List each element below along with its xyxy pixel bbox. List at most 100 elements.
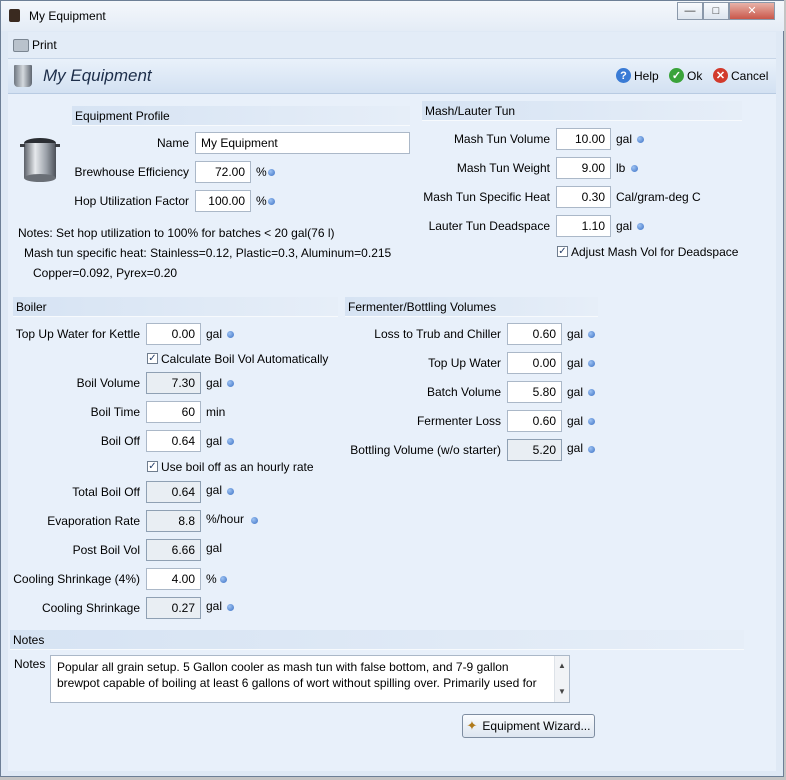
post-boil-vol-unit: gal — [206, 541, 223, 555]
scroll-up-icon[interactable]: ▲ — [555, 658, 569, 674]
info-dot-icon[interactable] — [637, 136, 644, 143]
calc-boil-vol-checkbox[interactable]: ✓ — [147, 353, 158, 364]
boil-off-label: Boil Off — [100, 434, 140, 448]
efficiency-label: Brewhouse Efficiency — [74, 165, 189, 179]
cooling-shrinkage-pct-input[interactable]: 4.00 — [146, 568, 201, 590]
efficiency-input[interactable]: 72.00 — [195, 161, 251, 183]
hourly-rate-label: Use boil off as an hourly rate — [161, 460, 314, 474]
fermenter-loss-input[interactable]: 0.60 — [507, 410, 562, 432]
boil-time-unit: min — [206, 405, 226, 419]
total-boil-off-label: Total Boil Off — [72, 485, 140, 499]
note-line-3: Copper=0.092, Pyrex=0.20 — [33, 266, 178, 280]
cancel-button[interactable]: ✕ Cancel — [713, 68, 768, 83]
title-bar: My Equipment — □ ✕ — [1, 1, 785, 31]
loss-trub-chiller-input[interactable]: 0.60 — [507, 323, 562, 345]
section-mash-lauter-tun: Mash/Lauter Tun — [422, 101, 742, 121]
info-dot-icon[interactable] — [227, 331, 234, 338]
info-dot-icon[interactable] — [588, 360, 595, 367]
top-up-water-kettle-label: Top Up Water for Kettle — [15, 327, 140, 341]
batch-volume-label: Batch Volume — [426, 385, 501, 399]
mash-tun-specific-heat-input[interactable]: 0.30 — [556, 186, 611, 208]
lauter-tun-deadspace-unit: gal — [616, 219, 633, 233]
info-dot-icon[interactable] — [637, 223, 644, 230]
top-up-water-kettle-input[interactable]: 0.00 — [146, 323, 201, 345]
batch-volume-unit: gal — [567, 385, 584, 399]
minimize-button[interactable]: — — [677, 2, 703, 20]
equipment-pail-icon — [14, 65, 32, 87]
total-boil-off-field: 0.64 — [146, 481, 201, 503]
post-boil-vol-label: Post Boil Vol — [72, 543, 140, 557]
info-dot-icon[interactable] — [268, 198, 275, 205]
cooling-shrinkage-field: 0.27 — [146, 597, 201, 619]
print-button[interactable]: Print — [32, 38, 57, 52]
note-line-1: Notes: Set hop utilization to 100% for b… — [18, 226, 335, 240]
printer-icon[interactable] — [13, 39, 29, 52]
adjust-mash-vol-checkbox[interactable]: ✓ — [557, 246, 568, 257]
mash-tun-weight-unit: lb — [616, 161, 626, 175]
bottling-volume-unit: gal — [567, 441, 584, 455]
hop-utilization-unit: % — [256, 194, 267, 208]
lauter-tun-deadspace-label: Lauter Tun Deadspace — [428, 219, 550, 233]
hop-utilization-label: Hop Utilization Factor — [74, 194, 189, 208]
info-dot-icon[interactable] — [227, 438, 234, 445]
info-dot-icon[interactable] — [251, 517, 258, 524]
info-dot-icon[interactable] — [588, 446, 595, 453]
hop-utilization-input[interactable]: 100.00 — [195, 190, 251, 212]
info-dot-icon[interactable] — [268, 169, 275, 176]
mash-tun-volume-unit: gal — [616, 132, 633, 146]
mash-tun-specific-heat-label: Mash Tun Specific Heat — [423, 190, 550, 204]
cooling-shrinkage-label: Cooling Shrinkage — [41, 601, 140, 615]
maximize-button[interactable]: □ — [703, 2, 729, 20]
boil-off-unit: gal — [206, 434, 223, 448]
bottling-volume-label: Bottling Volume (w/o starter) — [350, 443, 501, 457]
calc-boil-vol-label: Calculate Boil Vol Automatically — [161, 352, 329, 366]
info-dot-icon[interactable] — [588, 418, 595, 425]
cancel-icon: ✕ — [713, 68, 728, 83]
boil-volume-unit: gal — [206, 376, 223, 390]
evaporation-rate-field: 8.8 — [146, 510, 201, 532]
notes-textarea[interactable]: Popular all grain setup. 5 Gallon cooler… — [50, 655, 570, 703]
lauter-tun-deadspace-input[interactable]: 1.10 — [556, 215, 611, 237]
mash-tun-specific-heat-unit: Cal/gram-deg C — [616, 190, 701, 204]
info-dot-icon[interactable] — [631, 165, 638, 172]
loss-trub-chiller-unit: gal — [567, 327, 584, 341]
boil-time-label: Boil Time — [90, 405, 140, 419]
info-dot-icon[interactable] — [227, 488, 234, 495]
info-dot-icon[interactable] — [588, 331, 595, 338]
help-icon: ? — [616, 68, 631, 83]
magic-wand-icon: ✦ — [466, 718, 478, 733]
total-boil-off-unit: gal — [206, 483, 223, 497]
loss-trub-chiller-label: Loss to Trub and Chiller — [374, 327, 501, 341]
section-notes: Notes — [10, 630, 744, 650]
mash-tun-volume-input[interactable]: 10.00 — [556, 128, 611, 150]
ok-button[interactable]: ✓ Ok — [669, 68, 702, 83]
brew-pot-icon — [20, 138, 60, 182]
cooling-shrinkage-pct-unit: % — [206, 572, 217, 586]
hourly-rate-checkbox[interactable]: ✓ — [147, 461, 158, 472]
batch-volume-input[interactable]: 5.80 — [507, 381, 562, 403]
info-dot-icon[interactable] — [588, 389, 595, 396]
notes-scrollbar[interactable]: ▲ ▼ — [554, 656, 569, 702]
scroll-down-icon[interactable]: ▼ — [555, 684, 569, 700]
notes-label: Notes — [14, 657, 46, 671]
top-up-water-kettle-unit: gal — [206, 327, 223, 341]
section-fermenter-bottling: Fermenter/Bottling Volumes — [345, 297, 598, 317]
app-icon — [9, 9, 20, 22]
info-dot-icon[interactable] — [220, 576, 227, 583]
boil-off-input[interactable]: 0.64 — [146, 430, 201, 452]
help-button[interactable]: ? Help — [616, 68, 659, 83]
equipment-wizard-button[interactable]: ✦ Equipment Wizard... — [462, 714, 595, 738]
fermenter-loss-label: Fermenter Loss — [416, 414, 501, 428]
fermenter-top-up-unit: gal — [567, 356, 584, 370]
info-dot-icon[interactable] — [227, 604, 234, 611]
notes-text: Popular all grain setup. 5 Gallon cooler… — [57, 660, 537, 690]
section-equipment-profile: Equipment Profile — [72, 106, 410, 126]
note-line-2: Mash tun specific heat: Stainless=0.12, … — [24, 246, 392, 260]
close-button[interactable]: ✕ — [729, 2, 775, 20]
fermenter-top-up-input[interactable]: 0.00 — [507, 352, 562, 374]
efficiency-unit: % — [256, 165, 267, 179]
mash-tun-weight-input[interactable]: 9.00 — [556, 157, 611, 179]
name-input[interactable]: My Equipment — [195, 132, 410, 154]
info-dot-icon[interactable] — [227, 380, 234, 387]
boil-time-input[interactable]: 60 — [146, 401, 201, 423]
